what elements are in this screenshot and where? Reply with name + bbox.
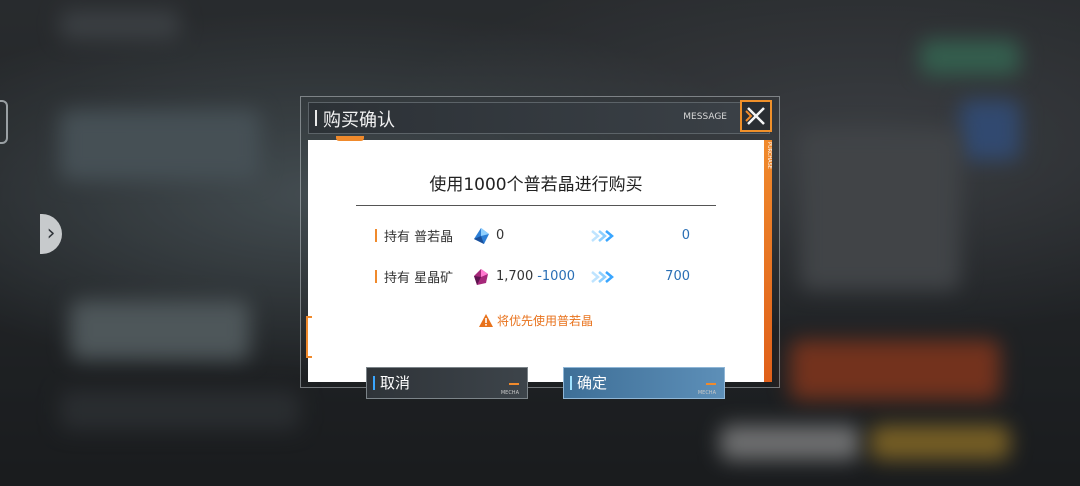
title-accent-mark bbox=[315, 110, 317, 126]
chevron-right-icon: › bbox=[46, 221, 56, 246]
purchase-heading: 使用1000个普若晶进行购买 bbox=[429, 175, 643, 195]
resource-row-prism: 持有 普若晶 0 0 bbox=[308, 225, 764, 247]
warning-icon bbox=[478, 314, 493, 327]
button-accent-mark bbox=[373, 376, 375, 390]
cancel-button[interactable]: 取消 MECHA bbox=[366, 367, 528, 399]
dialog-title: 购买确认 bbox=[323, 110, 395, 131]
confirm-button[interactable]: 确定 MECHA bbox=[563, 367, 725, 399]
row-label: 持有 普若晶 bbox=[384, 230, 454, 245]
row-accent-mark bbox=[375, 270, 377, 283]
dialog-content-panel: 使用1000个普若晶进行购买 持有 普若晶 0 0 持有 星晶矿 1,700 -… bbox=[308, 140, 764, 382]
row-delta: -1000 bbox=[537, 269, 575, 284]
side-tab-handle[interactable] bbox=[0, 100, 8, 144]
row-label: 持有 星晶矿 bbox=[384, 271, 454, 286]
priority-warning: 将优先使用普若晶 bbox=[308, 312, 764, 329]
button-accent-mark bbox=[570, 376, 572, 390]
button-orange-mark bbox=[706, 383, 716, 385]
row-result-amount: 700 bbox=[665, 269, 690, 284]
double-arrow-icon bbox=[591, 271, 614, 283]
purchase-confirm-dialog: 购买确认 MESSAGE 使用1000个普若晶进行购买 持有 普若晶 0 0 持… bbox=[300, 96, 780, 399]
row-result-amount: 0 bbox=[681, 228, 690, 243]
button-tag: MECHA bbox=[697, 390, 716, 396]
double-arrow-icon bbox=[591, 230, 614, 242]
button-tag: MECHA bbox=[500, 390, 519, 396]
row-current-amount: 0 bbox=[496, 228, 505, 243]
close-icon bbox=[745, 107, 765, 125]
resource-row-star-ore: 持有 星晶矿 1,700 -1000 700 bbox=[308, 266, 764, 288]
close-button[interactable] bbox=[740, 100, 772, 132]
panel-tab-notch bbox=[336, 136, 364, 141]
heading-divider bbox=[356, 205, 716, 206]
dialog-title-bar: 购买确认 MESSAGE bbox=[308, 102, 770, 134]
panel-side-notch bbox=[306, 316, 312, 358]
dialog-tag: MESSAGE bbox=[683, 112, 727, 122]
rail-label: PURCHASE bbox=[766, 142, 772, 169]
blue-crystal-icon bbox=[474, 228, 489, 244]
pink-crystal-icon bbox=[474, 269, 488, 285]
orange-side-rail bbox=[764, 140, 772, 382]
button-orange-mark bbox=[509, 383, 519, 385]
confirm-button-label: 确定 bbox=[577, 374, 608, 392]
cancel-button-label: 取消 bbox=[380, 374, 411, 392]
row-current-amount: 1,700 -1000 bbox=[496, 269, 575, 284]
row-accent-mark bbox=[375, 229, 377, 242]
